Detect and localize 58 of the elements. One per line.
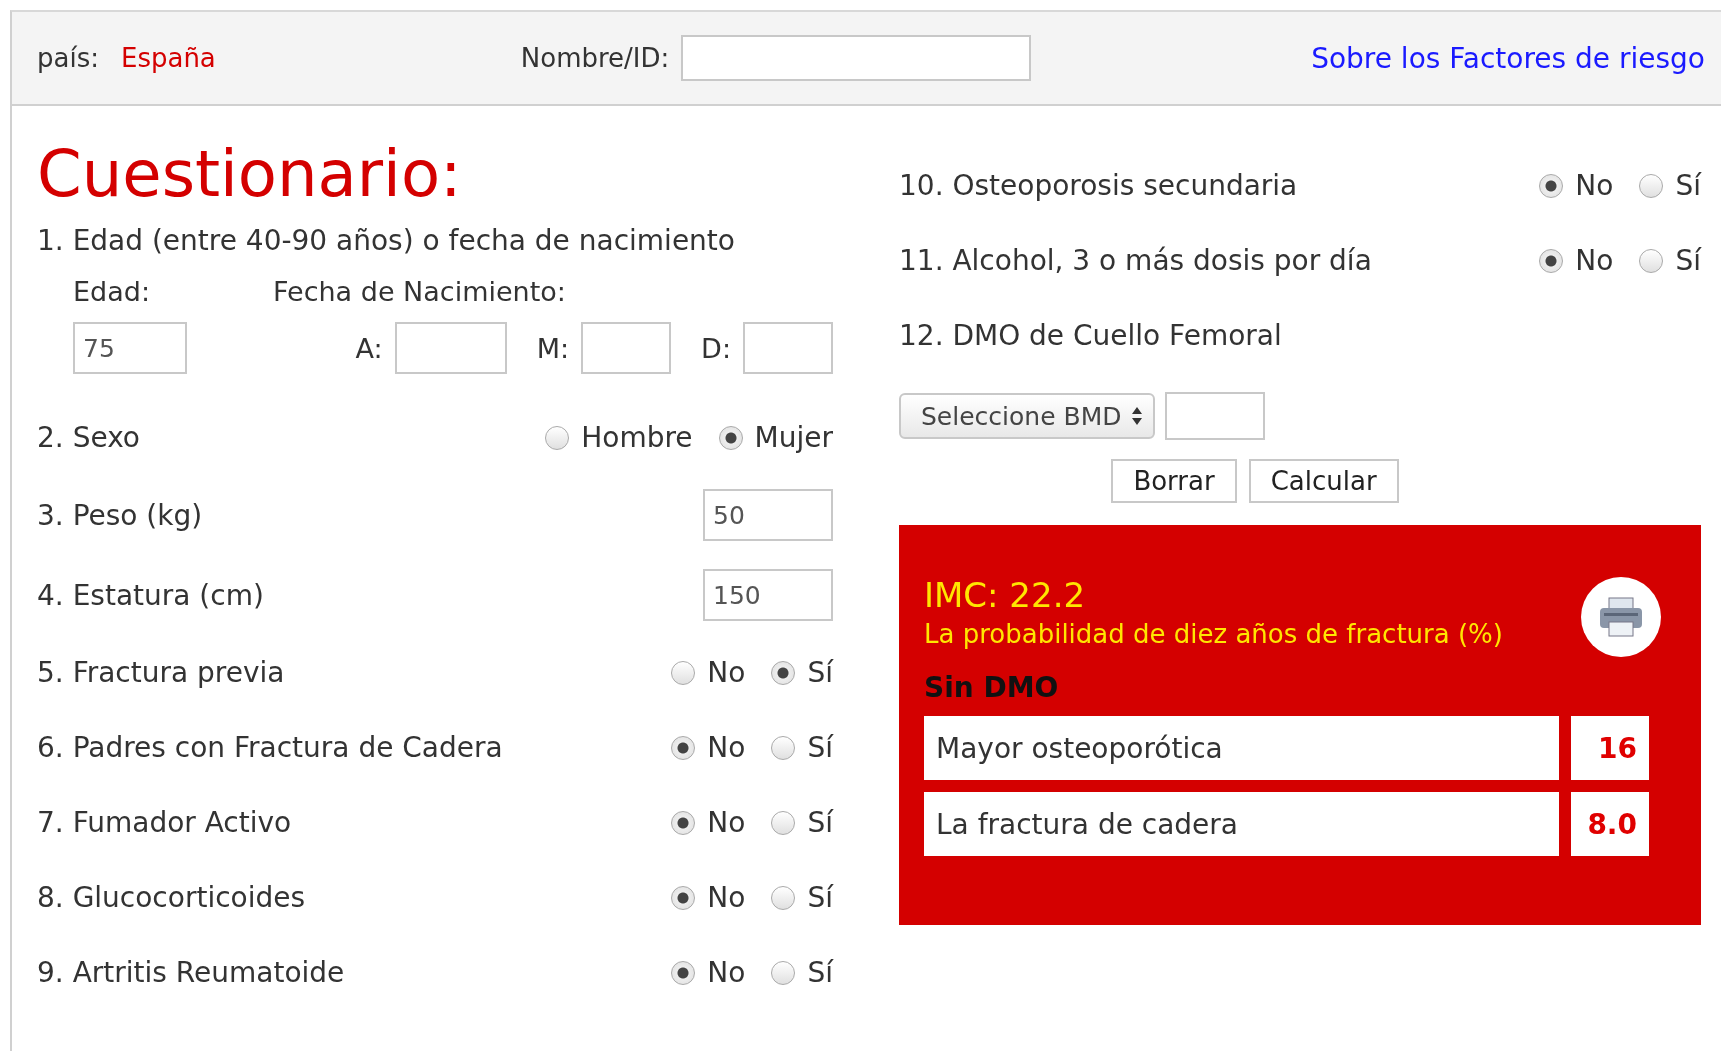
radio-option[interactable]: Sí bbox=[771, 731, 833, 764]
question-label: 7. Fumador Activo bbox=[37, 806, 292, 839]
radio-option[interactable]: No bbox=[671, 956, 746, 989]
field-label: Edad: bbox=[73, 275, 151, 307]
question-label: 12. DMO de Cuello Femoral bbox=[899, 319, 1282, 352]
action-button[interactable]: Borrar bbox=[1111, 459, 1237, 503]
stepper-icon bbox=[1131, 405, 1144, 427]
question-label: 9. Artritis Reumatoide bbox=[37, 956, 345, 989]
radio-option[interactable]: Sí bbox=[1639, 169, 1701, 202]
field-label: Fecha de Nacimiento: bbox=[273, 275, 566, 307]
question-label: 10. Osteoporosis secundaria bbox=[899, 169, 1298, 202]
field-label: M: bbox=[536, 332, 570, 364]
radio-option[interactable]: No bbox=[671, 731, 746, 764]
radio-option[interactable]: No bbox=[671, 806, 746, 839]
field-label: Nombre/ID: bbox=[520, 43, 670, 73]
result-value: 8.0 bbox=[1571, 792, 1649, 856]
name-field[interactable] bbox=[681, 35, 1032, 81]
radio-option[interactable]: Mujer bbox=[718, 421, 833, 454]
risk-factors-link[interactable]: Sobre los Factores de riesgo bbox=[1311, 41, 1705, 75]
country-label: país: bbox=[37, 43, 99, 73]
bmd-select[interactable]: Seleccione BMD bbox=[899, 393, 1156, 439]
input-field[interactable] bbox=[1165, 392, 1266, 440]
question-label: 11. Alcohol, 3 o más dosis por día bbox=[899, 244, 1372, 277]
input-field[interactable] bbox=[743, 322, 833, 374]
section-heading: Sin DMO bbox=[924, 671, 1059, 704]
field-label: D: bbox=[701, 332, 731, 364]
radio-option[interactable]: Sí bbox=[1639, 244, 1701, 277]
radio-option[interactable]: Sí bbox=[771, 881, 833, 914]
radio-option[interactable]: Hombre bbox=[545, 421, 693, 454]
radio-option[interactable]: No bbox=[1539, 169, 1614, 202]
question-label: 2. Sexo bbox=[37, 421, 140, 454]
country-value[interactable]: España bbox=[120, 43, 216, 73]
input-field[interactable] bbox=[394, 322, 507, 374]
result-value: 16 bbox=[1571, 716, 1649, 780]
question-label: 4. Estatura (cm) bbox=[37, 578, 264, 612]
result-label: Mayor osteoporótica bbox=[924, 716, 1559, 780]
question-label: 6. Padres con Fractura de Cadera bbox=[37, 731, 503, 764]
result-label: La fractura de cadera bbox=[924, 792, 1559, 856]
radio-option[interactable]: No bbox=[671, 881, 746, 914]
input-field[interactable]: 50 bbox=[703, 489, 833, 541]
question-label: 1. Edad (entre 40-90 años) o fecha de nacimiento bbox=[37, 223, 735, 257]
input-field[interactable] bbox=[581, 322, 672, 374]
results-subtitle: La probabilidad de diez años de fractura (%) bbox=[924, 619, 1504, 649]
radio-option[interactable]: No bbox=[1539, 244, 1614, 277]
input-field[interactable]: 75 bbox=[73, 322, 187, 374]
bmi-value: IMC: 22.2 bbox=[924, 575, 1087, 615]
question-label: 3. Peso (kg) bbox=[37, 498, 203, 532]
printer-icon bbox=[1598, 596, 1644, 638]
action-button[interactable]: Calcular bbox=[1248, 459, 1399, 503]
question-label: 8. Glucocorticoides bbox=[37, 881, 306, 914]
radio-option[interactable]: Sí bbox=[771, 806, 833, 839]
page-title: Cuestionario: bbox=[37, 136, 463, 212]
question-label: 5. Fractura previa bbox=[37, 656, 285, 689]
input-field[interactable]: 150 bbox=[703, 569, 833, 621]
field-label: A: bbox=[355, 332, 383, 364]
radio-option[interactable]: Sí bbox=[771, 956, 833, 989]
radio-option[interactable]: Sí bbox=[771, 656, 833, 689]
radio-option[interactable]: No bbox=[671, 656, 746, 689]
